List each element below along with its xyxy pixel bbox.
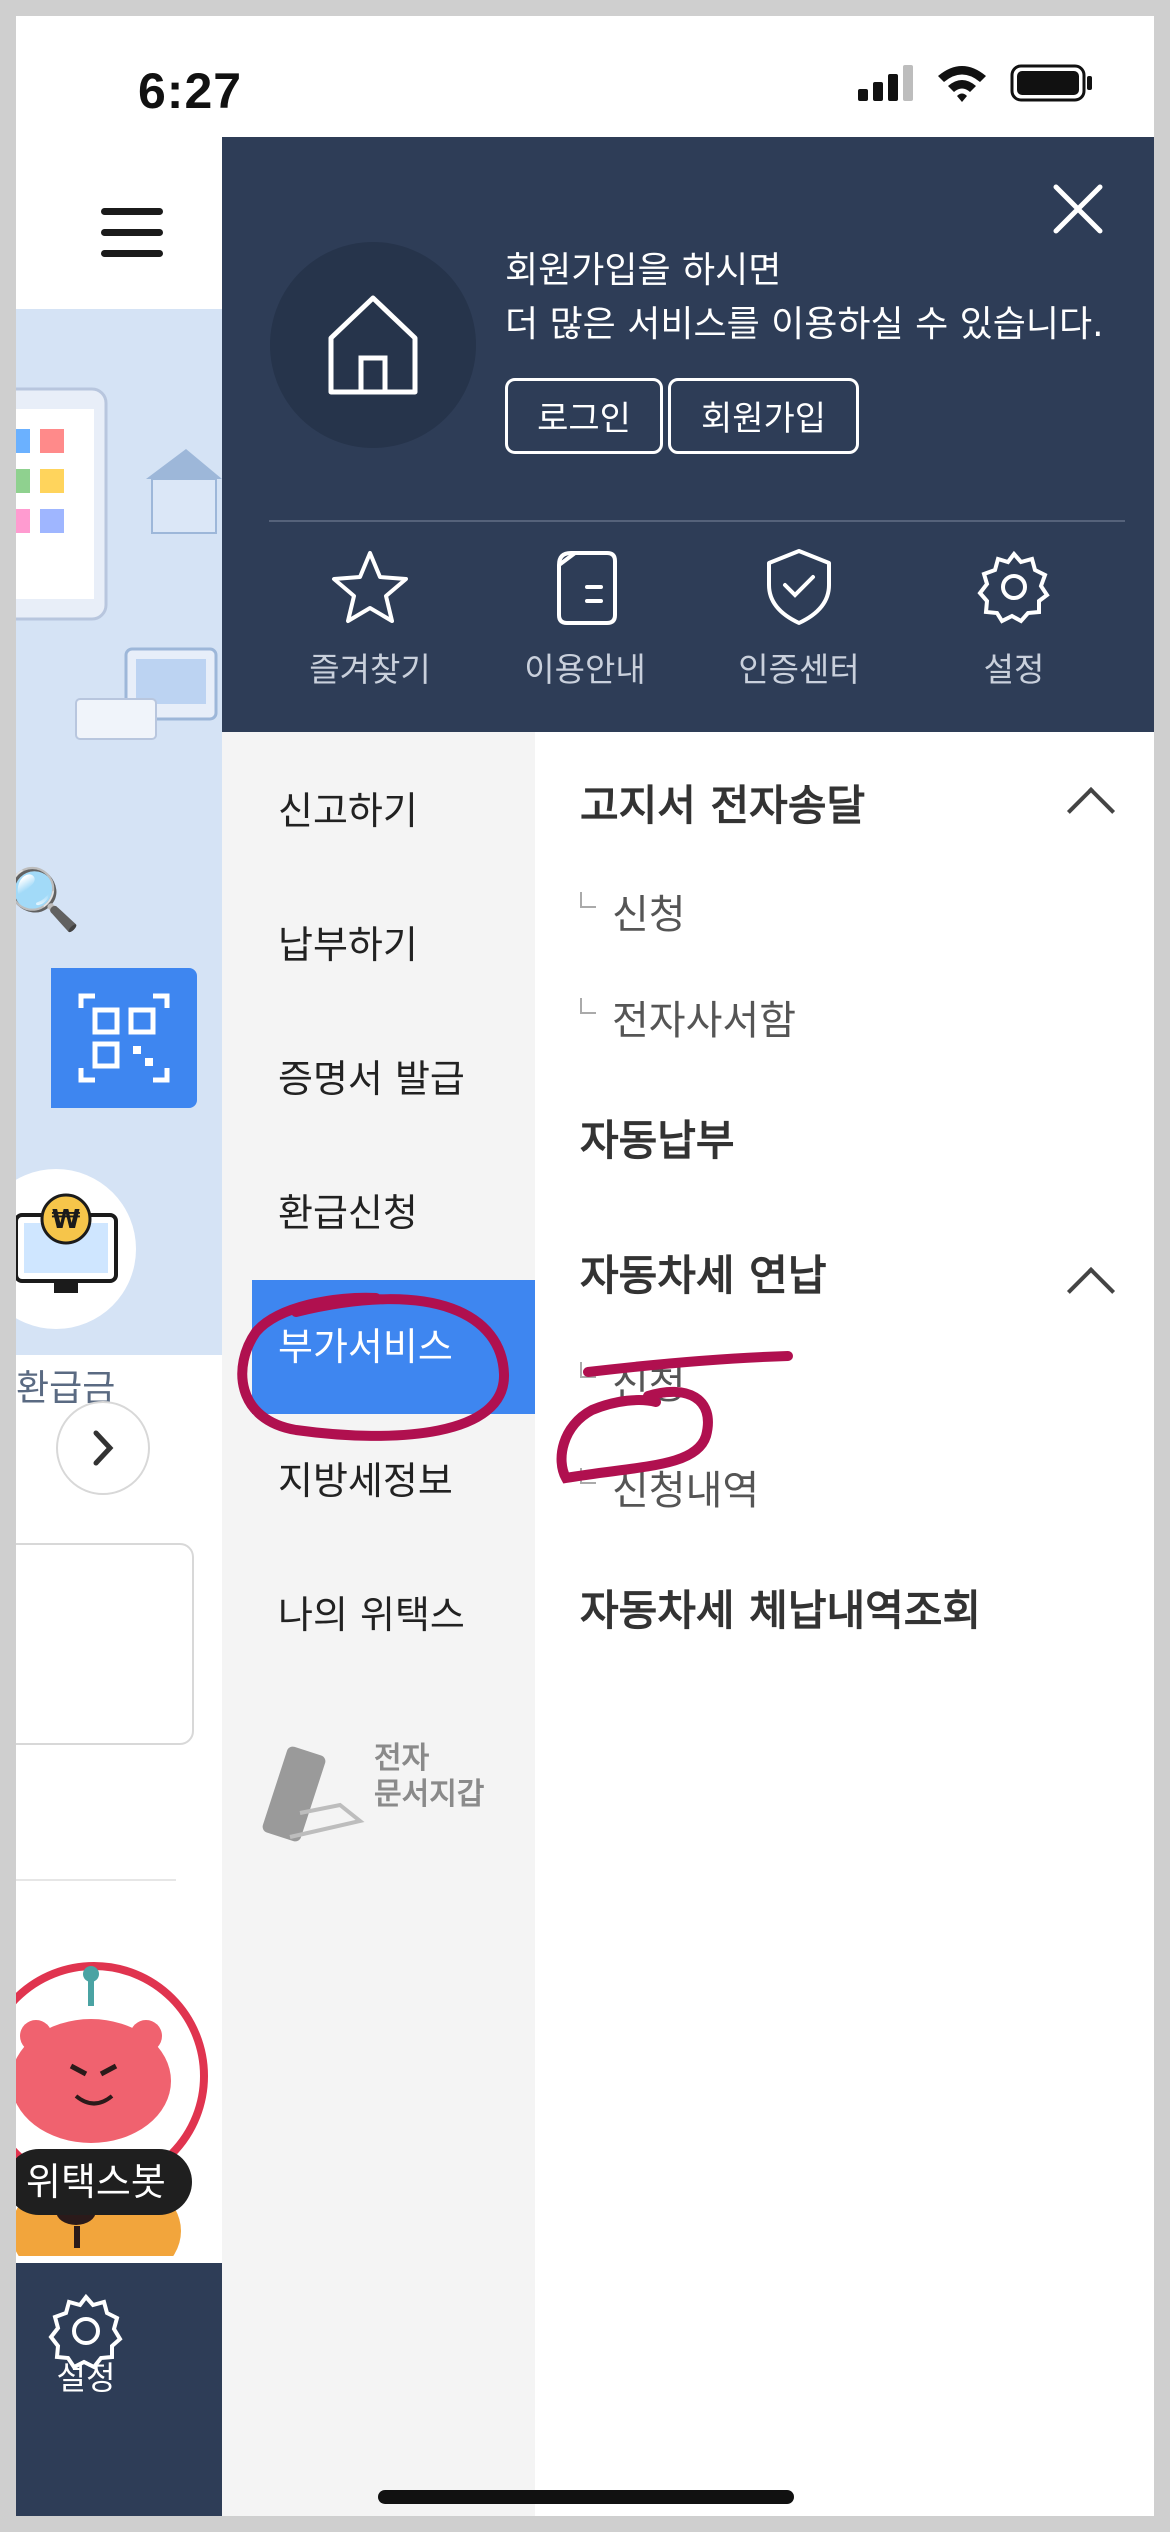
chevron-right-icon (93, 1430, 114, 1466)
home-icon (328, 295, 418, 395)
menu-item-refund[interactable]: 환급신청 (222, 1146, 535, 1280)
quick-link-auth-center[interactable]: 인증센터 (719, 547, 879, 691)
status-bar: 6:27 (16, 16, 1154, 146)
login-button[interactable]: 로그인 (505, 378, 663, 454)
status-icons (858, 64, 1094, 102)
quick-link-guide[interactable]: 이용안내 (505, 547, 665, 691)
menu-item-report[interactable]: 신고하기 (222, 744, 535, 878)
wallet-label-line-2: 문서지갑 (374, 1777, 485, 1812)
phone-illustration-icon (16, 387, 222, 740)
close-icon[interactable] (1048, 179, 1108, 239)
background-card (16, 1543, 194, 1745)
search-icon[interactable]: 🔍 (16, 864, 81, 935)
submenu-section-auto-pay[interactable]: 자동납부 (580, 1107, 735, 1168)
tree-branch-icon (580, 892, 596, 908)
submenu-item-car-tax-apply[interactable]: 신청 (580, 1352, 686, 1410)
quick-link-label: 즐겨찾기 (309, 650, 431, 689)
home-indicator (378, 2490, 794, 2504)
star-icon (332, 551, 408, 623)
signup-button[interactable]: 회원가입 (668, 378, 859, 454)
wallet-label-line-1: 전자 (374, 1741, 430, 1776)
status-time: 6:27 (138, 63, 243, 119)
qr-icon (78, 993, 170, 1083)
submenu-section-e-delivery[interactable]: 고지서 전자송달 (580, 772, 865, 833)
menu-item-pay[interactable]: 납부하기 (222, 878, 535, 1012)
drawer-submenu: 고지서 전자송달 신청 전자사서함 자동납부 자동차세 연납 신청 신청내역 자… (535, 732, 1154, 2516)
chevron-up-icon[interactable] (1066, 786, 1116, 836)
qr-scan-button[interactable] (51, 968, 197, 1108)
svg-text:₩: ₩ (52, 1205, 81, 1235)
wifi-icon (938, 66, 986, 102)
bottom-settings-label: 설정 (56, 2359, 116, 2397)
submenu-section-car-tax-arrears[interactable]: 자동차세 체납내역조회 (580, 1577, 981, 1638)
menu-item-my-wetax[interactable]: 나의 위택스 (222, 1548, 535, 1682)
refund-shortcut[interactable]: ₩ (16, 1169, 136, 1329)
main-banner: 🔍 ₩ 환급금 (16, 309, 222, 1409)
submenu-item-label: 신청내역 (612, 1468, 760, 1514)
welcome-line-1: 회원가입을 하시면 (505, 250, 782, 291)
drawer-category-menu: 신고하기 납부하기 증명서 발급 환급신청 부가서비스 지방세정보 나의 위택스… (222, 732, 549, 2516)
submenu-item-label: 전자사서함 (612, 998, 796, 1044)
battery-icon (1010, 64, 1092, 102)
submenu-item-label: 신청 (612, 1362, 686, 1408)
signal-icon (858, 65, 913, 101)
quick-link-settings[interactable]: 설정 (934, 547, 1094, 691)
submenu-item-car-tax-history[interactable]: 신청내역 (580, 1458, 759, 1516)
menu-item-local-tax-info[interactable]: 지방세정보 (222, 1414, 535, 1548)
shield-check-icon (767, 549, 831, 625)
submenu-item-e-mailbox[interactable]: 전자사서함 (580, 988, 796, 1046)
monitor-won-icon: ₩ (16, 1193, 118, 1293)
menu-item-additional-services[interactable]: 부가서비스 (252, 1280, 549, 1414)
quick-link-label: 이용안내 (524, 650, 646, 689)
quick-link-label: 인증센터 (738, 650, 860, 689)
tree-branch-icon (580, 1362, 596, 1378)
submenu-section-car-tax-annual[interactable]: 자동차세 연납 (580, 1242, 826, 1303)
divider (16, 1879, 176, 1881)
e-document-wallet-link[interactable]: 전자 문서지갑 (260, 1741, 500, 1851)
welcome-line-2: 더 많은 서비스를 이용하실 수 있습니다. (505, 304, 1104, 345)
hamburger-menu-icon[interactable] (101, 208, 163, 260)
phone-screen: 6:27 🔍 ₩ 환급금 위택스봇 설정 회원가입을 하시면 더 많은 서비스를… (16, 16, 1154, 2516)
chatbot-label[interactable]: 위택스봇 (16, 2149, 192, 2215)
quick-link-label: 설정 (983, 650, 1045, 689)
submenu-item-label: 신청 (612, 892, 686, 938)
header-divider (269, 520, 1125, 522)
next-arrow-button[interactable] (56, 1401, 150, 1495)
wallet-label: 전자 문서지갑 (374, 1741, 484, 1813)
menu-item-certificate[interactable]: 증명서 발급 (222, 1012, 535, 1146)
drawer-header: 회원가입을 하시면 더 많은 서비스를 이용하실 수 있습니다. 로그인 회원가… (222, 137, 1154, 732)
quick-link-favorites[interactable]: 즐겨찾기 (290, 547, 450, 691)
submenu-item-apply[interactable]: 신청 (580, 882, 686, 940)
side-drawer: 회원가입을 하시면 더 많은 서비스를 이용하실 수 있습니다. 로그인 회원가… (222, 137, 1154, 2516)
gear-icon (977, 550, 1050, 624)
chevron-up-icon[interactable] (1066, 1266, 1116, 1316)
tree-branch-icon (580, 1468, 596, 1484)
document-icon (557, 551, 617, 625)
tree-branch-icon (580, 998, 596, 1014)
home-button[interactable] (270, 242, 476, 448)
wallet-phone-icon (262, 1746, 365, 1842)
